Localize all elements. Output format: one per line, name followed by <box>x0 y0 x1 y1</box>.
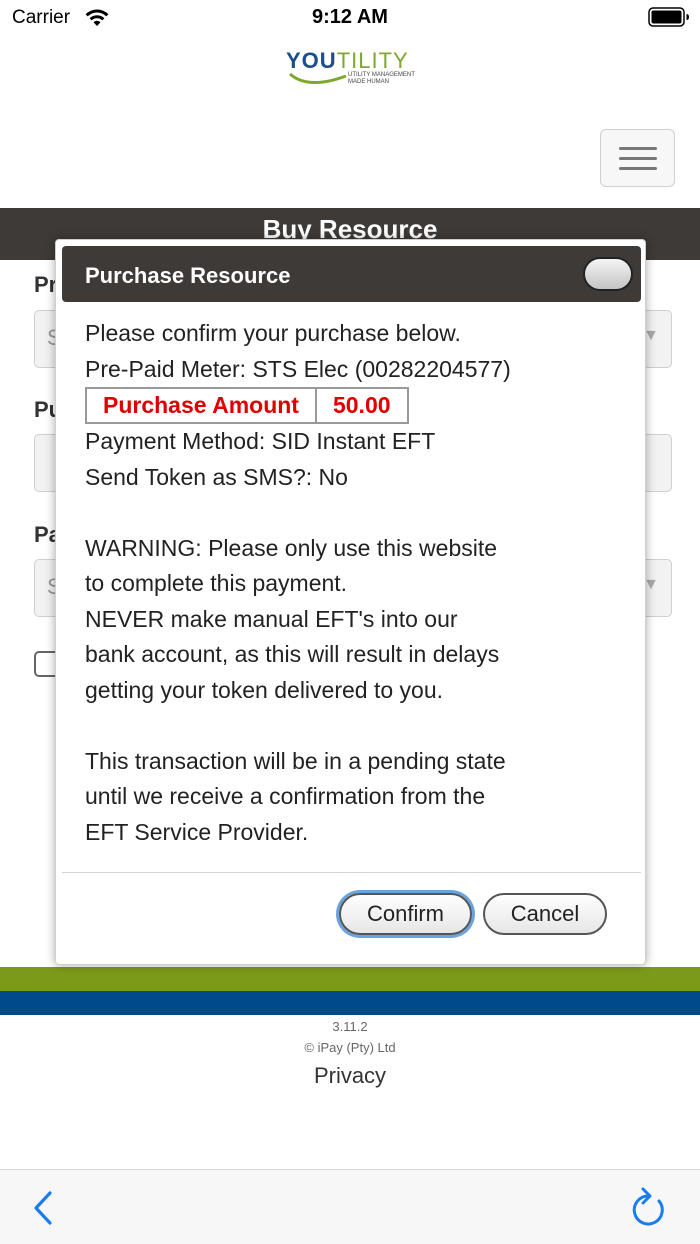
warning-line: NEVER make manual EFT's into our <box>85 605 458 632</box>
amount-value: 50.00 <box>314 387 409 424</box>
cancel-button[interactable]: Cancel <box>483 893 607 935</box>
footer-green-band <box>0 967 700 991</box>
warning-line: to complete this payment. <box>85 570 348 596</box>
chevron-left-icon[interactable] <box>30 1190 58 1226</box>
amount-label: Purchase Amount <box>85 387 317 424</box>
browser-toolbar <box>0 1169 700 1244</box>
modal-body: Please confirm your purchase below. Pre-… <box>85 316 625 850</box>
pending-line: This transaction will be in a pending st… <box>85 747 506 774</box>
version-label: 3.11.2 <box>332 1019 368 1034</box>
payment-method-text: Payment Method: SID Instant EFT <box>85 428 436 454</box>
warning-line: bank account, as this will result in del… <box>85 641 500 667</box>
purchase-modal: Purchase Resource Please confirm your pu… <box>55 239 646 965</box>
amount-table: Purchase Amount 50.00 <box>85 387 409 424</box>
footer-blue-band <box>0 991 700 1015</box>
logo-swoosh-icon <box>289 72 347 84</box>
copyright-label: © iPay (Pty) Ltd <box>304 1040 396 1055</box>
privacy-link[interactable]: Privacy <box>0 1063 700 1089</box>
status-time: 9:12 AM <box>312 6 388 28</box>
warning-line: WARNING: Please only use this website <box>85 534 498 561</box>
logo-wordmark: YOUTILITY <box>286 48 409 73</box>
confirm-button[interactable]: Confirm <box>339 893 472 935</box>
pending-line: until we receive a confirmation from the <box>85 783 486 809</box>
status-bar: Carrier 9:12 AM <box>0 0 700 36</box>
warning-line: getting your token delivered to you. <box>85 676 444 703</box>
logo-tagline: UTILITY MANAGEMENT MADE HUMAN <box>348 72 415 85</box>
battery-icon <box>648 7 689 27</box>
field-label-product: Pr <box>34 272 58 297</box>
reload-icon[interactable] <box>628 1186 668 1228</box>
modal-header: Purchase Resource <box>62 246 641 302</box>
modal-divider <box>62 872 641 873</box>
meter-text: Pre-Paid Meter: STS Elec (00282204577) <box>85 355 511 382</box>
pending-line: EFT Service Provider. <box>85 818 309 845</box>
hamburger-icon <box>619 147 657 150</box>
menu-button[interactable] <box>600 129 675 187</box>
modal-close-button[interactable] <box>583 257 633 291</box>
youtility-logo[interactable]: YOUTILITY UTILITY MANAGEMENT MADE HUMAN <box>286 48 426 92</box>
intro-text: Please confirm your purchase below. <box>85 320 461 346</box>
modal-title: Purchase Resource <box>85 263 291 288</box>
sms-text: Send Token as SMS?: No <box>85 463 348 490</box>
